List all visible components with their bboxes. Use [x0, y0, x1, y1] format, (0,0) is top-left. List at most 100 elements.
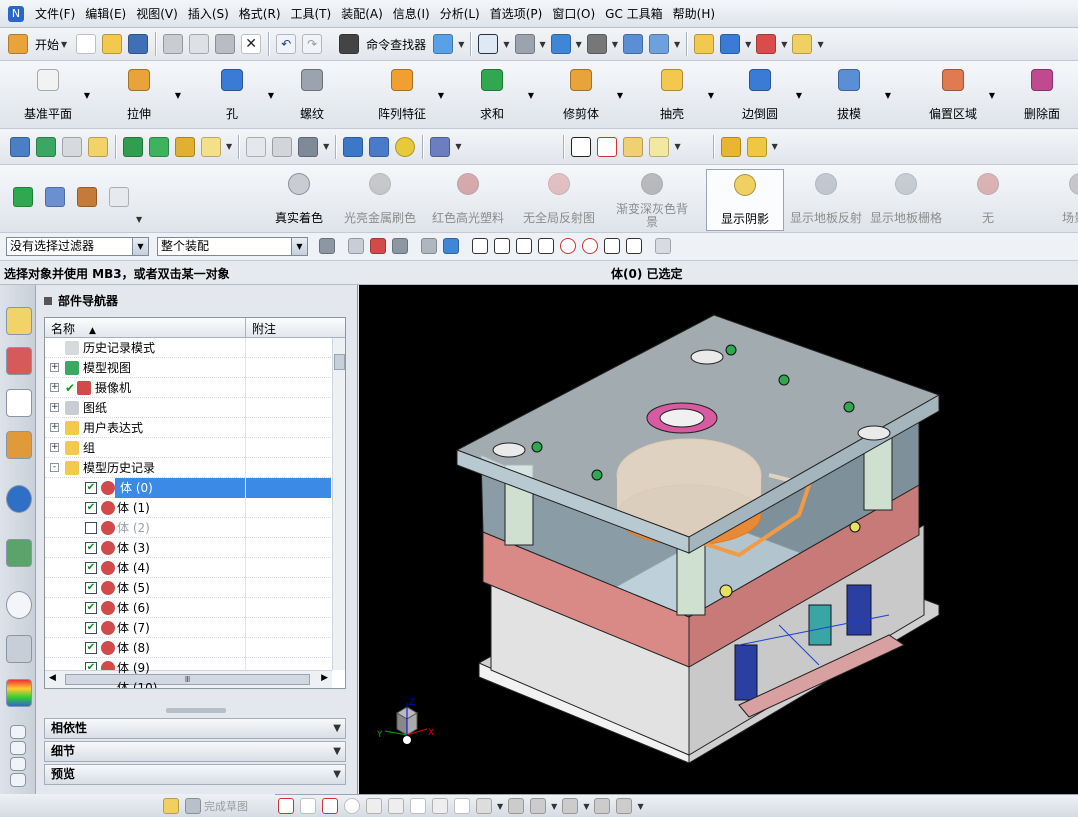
menu-item[interactable]: 装配(A) [336, 0, 388, 28]
open-folder-icon[interactable] [102, 34, 123, 54]
visibility-checkbox[interactable]: ✔ [85, 642, 97, 654]
sketch-icon[interactable] [163, 797, 179, 814]
copy-icon[interactable] [189, 34, 210, 54]
scroll-up-button[interactable] [10, 725, 26, 739]
edit-text-icon[interactable] [201, 136, 221, 157]
grid-snap-icon[interactable] [655, 238, 671, 254]
image-stamp-icon[interactable] [623, 136, 644, 157]
select-feature-icon[interactable] [348, 238, 364, 254]
command-finder-button[interactable]: 命令查找器 [366, 36, 426, 53]
app-icon[interactable]: N [8, 5, 24, 22]
feature-tool-0[interactable]: 基准平面 ▼ [12, 65, 90, 122]
menu-item[interactable]: 格式(R) [234, 0, 286, 28]
finish-sketch-button[interactable]: 完成草图 [204, 798, 248, 814]
tree-row[interactable]: + 模型视图 [45, 358, 331, 378]
navigator-section[interactable]: 预览 ▼ [44, 764, 346, 785]
fit-view-icon[interactable] [478, 34, 499, 54]
expand-icon[interactable]: + [50, 403, 59, 412]
render-tool-5[interactable]: 显示阴影 [706, 169, 784, 231]
mold-tool-icon[interactable] [430, 136, 451, 157]
dropdown-arrow-icon[interactable]: ▼ [708, 91, 714, 100]
reuse-library-tab[interactable] [6, 431, 32, 459]
shaded-cube-icon[interactable] [550, 34, 571, 54]
assembly-icon[interactable] [123, 136, 143, 157]
trim-icon[interactable] [508, 798, 525, 814]
quadrant-icon[interactable] [582, 238, 598, 254]
dimension-icon[interactable] [594, 798, 611, 814]
scroll-right-icon[interactable]: ▶ [321, 673, 328, 683]
tree-row[interactable]: ✔ 体 (7) [45, 618, 331, 638]
tangent-icon[interactable] [109, 187, 129, 207]
expand-icon[interactable]: + [50, 423, 59, 432]
feature-tool-5[interactable]: 求和 ▼ [456, 65, 534, 122]
tree-row[interactable]: - 模型历史记录 [45, 458, 331, 478]
paste-icon[interactable] [215, 34, 236, 54]
render-tool-8[interactable]: 无 [948, 169, 1028, 226]
extend-icon[interactable] [530, 798, 547, 814]
select-solid-icon[interactable] [443, 238, 459, 254]
expand-icon[interactable]: + [50, 443, 59, 452]
render-tool-6[interactable]: 显示地板反射 [786, 169, 866, 226]
feature-tool-1[interactable]: 拉伸 ▼ [103, 65, 181, 122]
column-note-header[interactable]: 附注 [245, 318, 331, 338]
finish-sketch-icon[interactable] [185, 797, 201, 814]
selection-scope-dropdown[interactable]: 整个装配 ▼ [157, 237, 308, 256]
feature-tool-11[interactable]: 删除面 [1006, 65, 1078, 122]
visibility-checkbox[interactable]: ✔ [85, 602, 97, 614]
layer-settings-icon[interactable] [648, 34, 669, 54]
dropdown-arrow-icon[interactable]: ▼ [796, 91, 802, 100]
offset-icon[interactable] [476, 798, 492, 814]
rectangle-icon[interactable] [410, 798, 426, 814]
constraint-icon[interactable] [149, 136, 169, 157]
wcs-icon[interactable] [756, 34, 777, 54]
binoculars-icon[interactable] [339, 34, 360, 54]
tree-row[interactable]: + ✔ 摄像机 [45, 378, 331, 398]
background-color-icon[interactable] [586, 34, 607, 54]
select-body-icon[interactable] [421, 238, 437, 254]
dropdown-arrow-icon[interactable]: ▼ [528, 91, 534, 100]
visibility-checkbox[interactable]: ✔ [85, 542, 97, 554]
layer-stack-icon[interactable] [36, 136, 56, 157]
endpoint-icon[interactable] [472, 238, 488, 254]
eraser-icon[interactable] [88, 136, 108, 157]
chevron-down-icon[interactable]: ▼ [333, 765, 341, 784]
collapse-icon[interactable]: - [50, 463, 59, 472]
scroll-left-icon[interactable]: ◀ [49, 673, 56, 683]
dropdown-arrow-icon[interactable]: ▼ [438, 91, 444, 100]
menu-item[interactable]: 分析(L) [435, 0, 485, 28]
render-tool-7[interactable]: 显示地板栅格 [866, 169, 946, 226]
constraint-sketch-icon[interactable] [562, 798, 579, 814]
render-tool-1[interactable]: 光亮金属刷色 [340, 169, 420, 226]
menu-item[interactable]: 帮助(H) [668, 0, 720, 28]
surface-icon[interactable] [272, 136, 293, 157]
feature-tool-10[interactable]: 偏置区域 ▼ [917, 65, 995, 122]
component-icon[interactable] [175, 136, 195, 157]
midpoint-icon[interactable] [494, 238, 510, 254]
start-button[interactable]: 开始 ▼ [35, 36, 69, 53]
scroll-mid2-button[interactable] [10, 757, 26, 771]
scrollbar-thumb[interactable]: Ⅲ [65, 674, 310, 685]
render-tool-4[interactable]: 渐变深灰色背景 [612, 169, 692, 229]
tree-row[interactable]: ✔ 体 (6) [45, 598, 331, 618]
history-tab[interactable] [6, 591, 32, 619]
info-tab[interactable] [6, 485, 32, 513]
menu-item[interactable]: 视图(V) [131, 0, 183, 28]
mold-assembly-model[interactable]: X Y Z [359, 285, 1078, 794]
visibility-checkbox[interactable]: ✔ [85, 502, 97, 514]
expand-icon[interactable]: + [50, 383, 59, 392]
select-face-icon[interactable] [370, 238, 386, 254]
mirror-icon[interactable] [616, 798, 633, 814]
system-materials-tab[interactable] [6, 635, 32, 663]
tree-row[interactable]: 体 (2) [45, 518, 331, 538]
expand-icon[interactable]: + [50, 363, 59, 372]
arc-center-icon[interactable] [560, 238, 576, 254]
feature-tool-7[interactable]: 抽壳 ▼ [636, 65, 714, 122]
dropdown-arrow-icon[interactable]: ▼ [989, 91, 995, 100]
check-list-icon[interactable] [649, 136, 670, 157]
block-gold-2-icon[interactable] [746, 136, 767, 157]
menu-item[interactable]: 文件(F) [30, 0, 80, 28]
intersection-icon[interactable] [538, 238, 554, 254]
pin-icon[interactable] [44, 297, 52, 305]
visibility-checkbox[interactable]: ✔ [85, 622, 97, 634]
menu-item[interactable]: 插入(S) [183, 0, 234, 28]
